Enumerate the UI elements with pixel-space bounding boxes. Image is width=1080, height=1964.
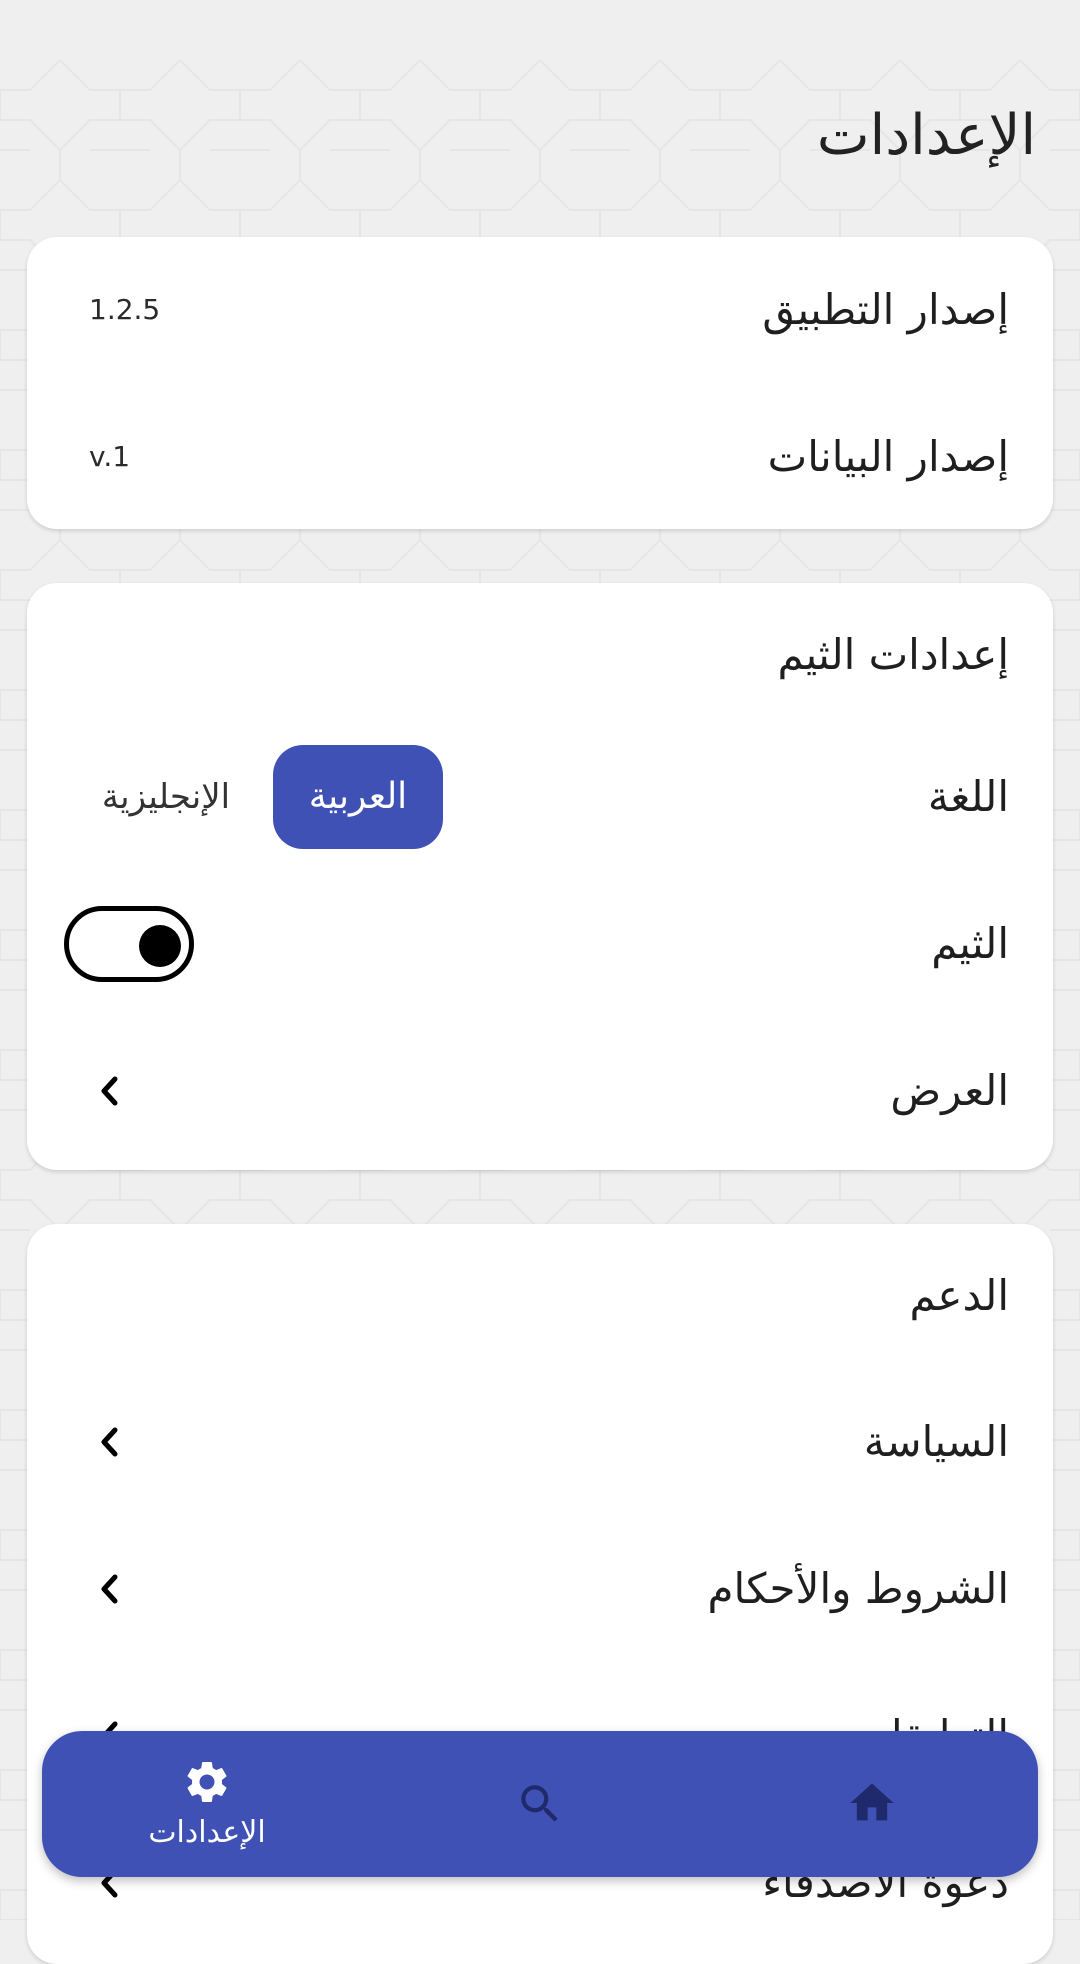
nav-item-search[interactable] xyxy=(440,1731,640,1877)
language-option-english[interactable]: الإنجليزية xyxy=(91,745,241,849)
nav-item-settings[interactable]: الإعدادات xyxy=(107,1731,307,1877)
nav-label-settings: الإعدادات xyxy=(148,1815,266,1850)
home-icon xyxy=(850,1783,894,1821)
data-version-label: إصدار البيانات xyxy=(767,432,1009,481)
language-option-arabic[interactable]: العربية xyxy=(273,745,443,849)
support-item-label: السياسة xyxy=(863,1417,1009,1466)
chevron-left-icon xyxy=(101,1427,118,1457)
page-title: الإعدادات xyxy=(816,103,1036,168)
data-version-row: إصدار البيانات v.1 xyxy=(27,417,1053,497)
toggle-knob xyxy=(139,925,181,967)
chevron-left-icon xyxy=(101,1076,118,1106)
bottom-nav: الإعدادات xyxy=(42,1731,1038,1877)
support-item-policy[interactable]: السياسة xyxy=(27,1402,1053,1482)
language-label: اللغة xyxy=(927,772,1009,821)
support-item-label: الشروط والأحكام xyxy=(707,1564,1009,1613)
app-version-label: إصدار التطبيق xyxy=(762,285,1009,334)
display-label: العرض xyxy=(890,1066,1009,1115)
app-version-row: إصدار التطبيق 1.2.5 xyxy=(27,270,1053,350)
data-version-value: v.1 xyxy=(89,440,131,473)
version-card: إصدار التطبيق 1.2.5 إصدار البيانات v.1 xyxy=(27,237,1053,529)
support-title: الدعم xyxy=(909,1271,1009,1320)
gear-icon xyxy=(187,1762,227,1802)
theme-toggle[interactable] xyxy=(64,906,194,982)
nav-item-home[interactable] xyxy=(772,1731,972,1877)
display-row[interactable]: العرض xyxy=(27,1051,1053,1131)
theme-settings-title: إعدادات الثيم xyxy=(777,630,1009,679)
support-item-terms[interactable]: الشروط والأحكام xyxy=(27,1549,1053,1629)
chevron-left-icon xyxy=(101,1574,118,1604)
search-icon xyxy=(521,1785,558,1822)
theme-label: الثيم xyxy=(931,919,1009,968)
app-version-value: 1.2.5 xyxy=(89,293,161,326)
theme-settings-card: إعدادات الثيم اللغة العربية الإنجليزية ا… xyxy=(27,583,1053,1170)
